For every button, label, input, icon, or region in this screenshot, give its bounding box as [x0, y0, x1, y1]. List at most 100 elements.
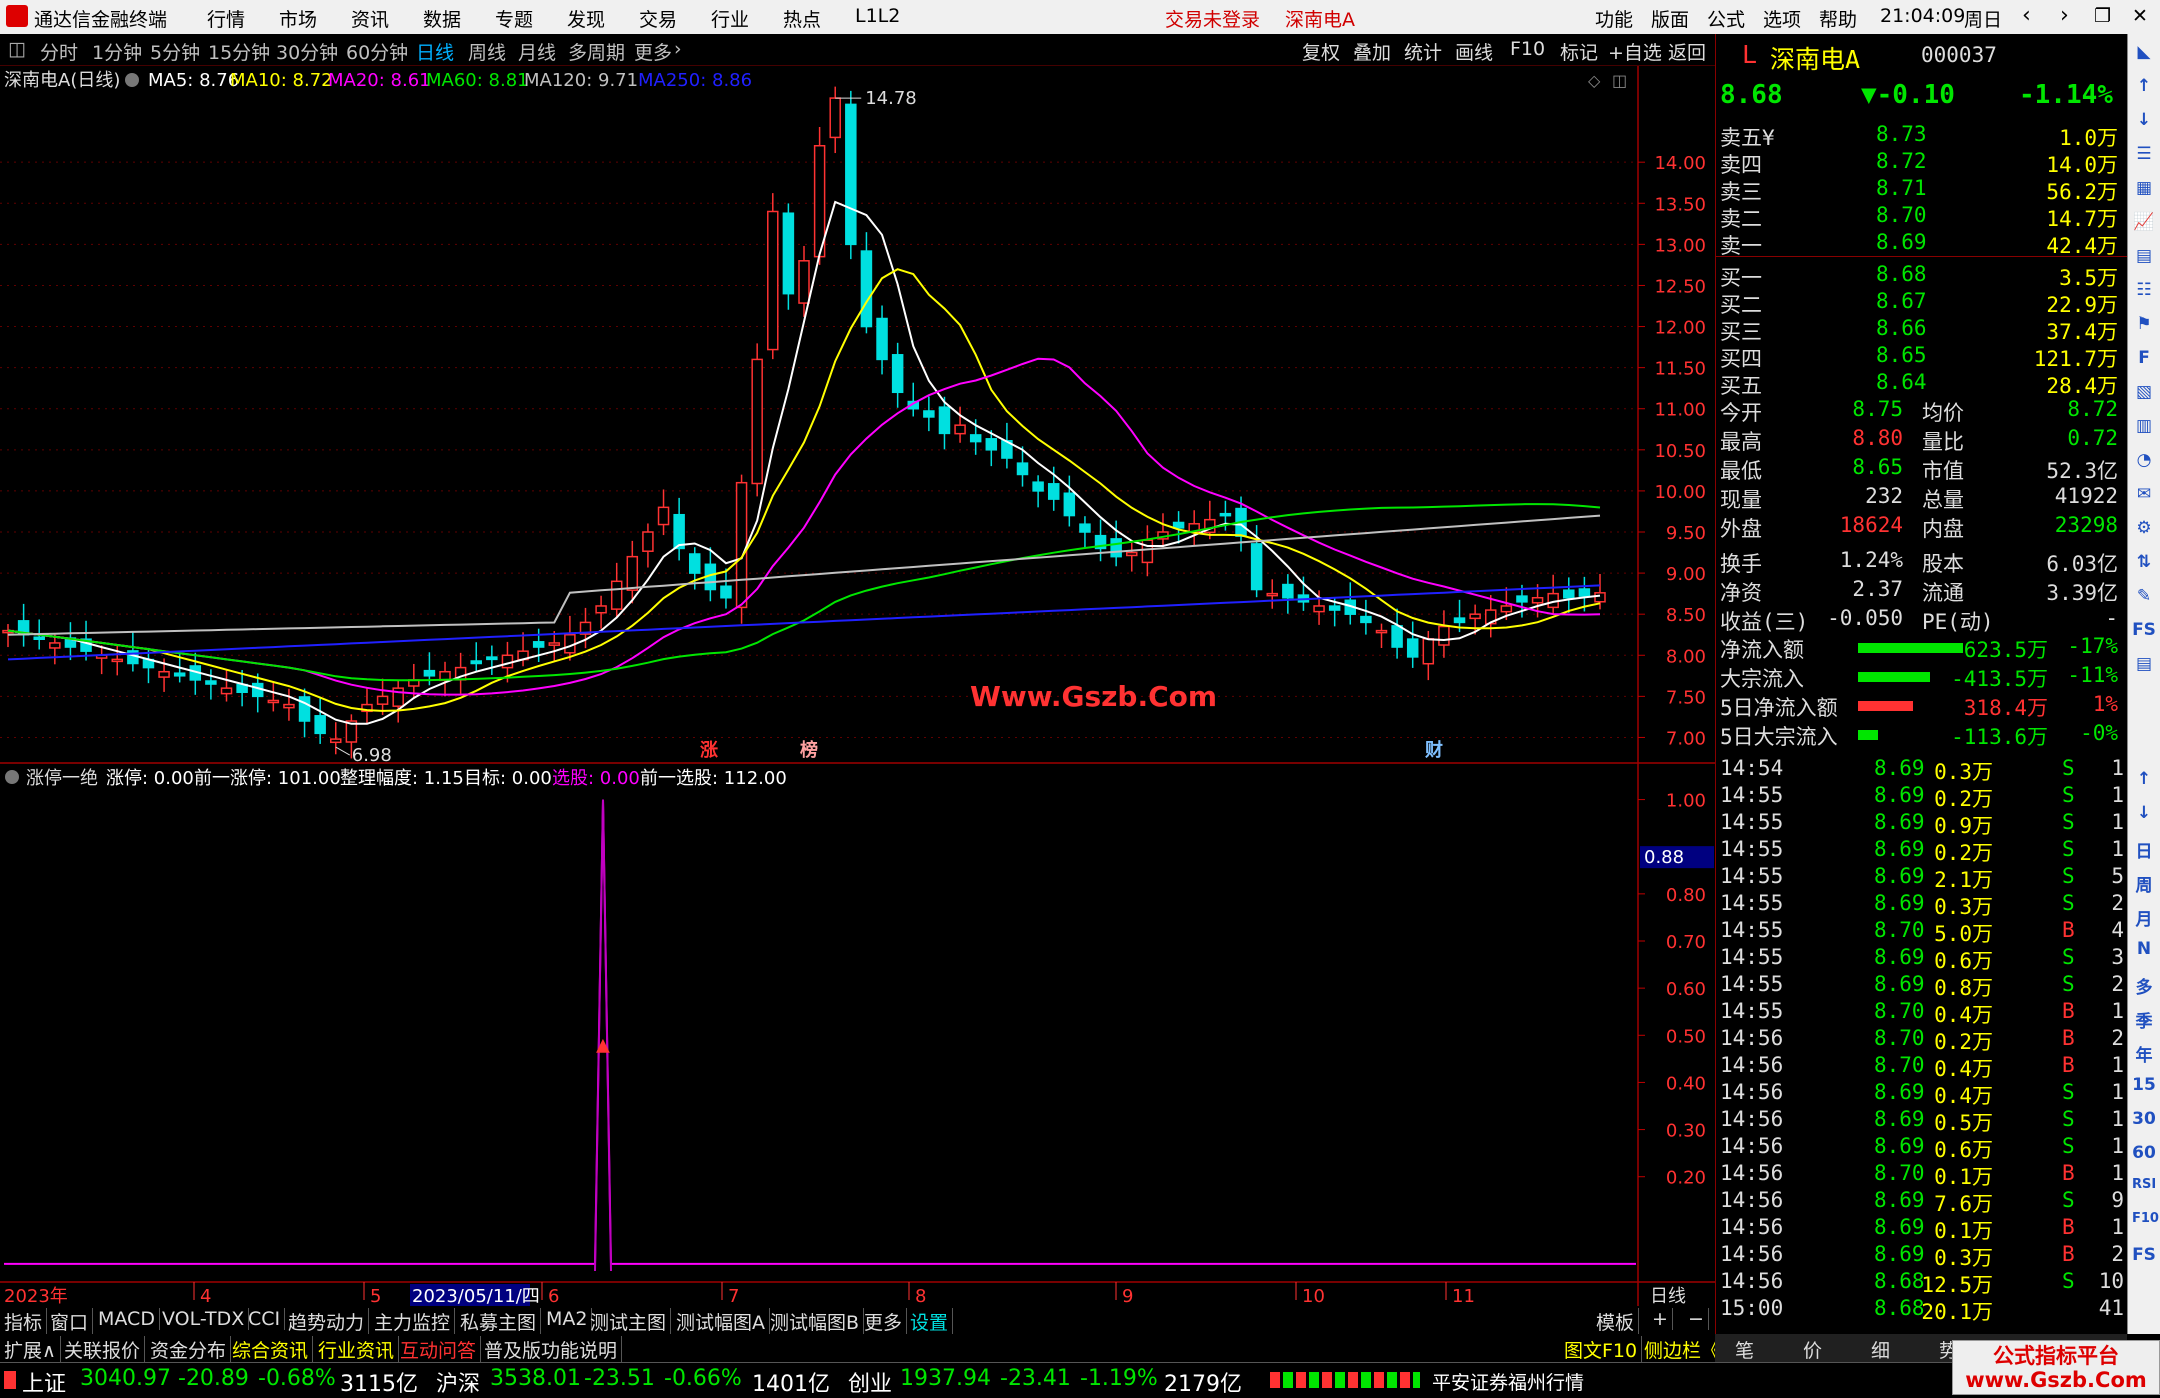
sidebar-period-9[interactable]: 15 [2132, 1075, 2156, 1101]
indicator-tab-2[interactable]: MACD [94, 1308, 160, 1330]
tool-adjust[interactable]: 复权 [1302, 38, 1340, 65]
right-tab-1[interactable]: 价 [1803, 1336, 1822, 1363]
forward-arrow-icon[interactable]: › [2060, 3, 2069, 28]
sidebar-tool-icon[interactable]: ◣ [2132, 42, 2156, 68]
menu-trade[interactable]: 交易 [639, 5, 677, 32]
sidebar-tool-icon[interactable]: ✉ [2132, 484, 2156, 510]
index-sh-name[interactable]: 上证 [22, 1366, 66, 1398]
sidebar-period-6[interactable]: 多 [2132, 973, 2156, 999]
period-30min[interactable]: 30分钟 [276, 38, 338, 65]
sidebar-tool-icon[interactable]: ↓ [2132, 110, 2156, 136]
kline-chart[interactable]: 14.78 6.98 Www.Gszb.Com 涨 榜 财 14.00 13.50 13.00… [0, 66, 1715, 1306]
indicator-tab-1[interactable]: 窗口 [46, 1308, 94, 1335]
extension-right-1[interactable]: 侧边栏《 [1640, 1336, 1726, 1363]
sidebar-period-8[interactable]: 年 [2132, 1041, 2156, 1067]
period-monthly[interactable]: 月线 [518, 38, 556, 65]
indicator-tab-13[interactable]: 设置 [906, 1308, 954, 1335]
sidebar-period-3[interactable]: 周 [2132, 871, 2156, 897]
close-window-icon[interactable]: ✕ [2132, 5, 2148, 27]
menu-hot[interactable]: 热点 [783, 5, 821, 32]
menu-options[interactable]: 选项 [1763, 5, 1801, 32]
period-15min[interactable]: 15分钟 [208, 38, 270, 65]
right-tab-0[interactable]: 笔 [1735, 1336, 1754, 1363]
sidebar-tool-icon[interactable]: ▥ [2132, 416, 2156, 442]
indicator-tab-7[interactable]: 私募主图 [456, 1308, 542, 1335]
extension-tab-2[interactable]: 资金分布 [146, 1336, 232, 1363]
tool-draw[interactable]: 画线 [1455, 38, 1493, 65]
sidebar-period-1[interactable]: ↓ [2132, 803, 2156, 829]
sidebar-tool-icon[interactable]: ▤ [2132, 654, 2156, 680]
menu-function[interactable]: 功能 [1595, 5, 1633, 32]
period-timeshare[interactable]: 分时 [40, 38, 78, 65]
restore-window-icon[interactable]: ❐ [2094, 5, 2111, 27]
sidebar-tool-icon[interactable]: ⚑ [2132, 314, 2156, 340]
indicator-tab-12[interactable]: 更多 [860, 1308, 908, 1335]
sidebar-tool-icon[interactable]: ◔ [2132, 450, 2156, 476]
chevron-right-icon[interactable]: › [674, 38, 682, 60]
period-5min[interactable]: 5分钟 [150, 38, 200, 65]
sidebar-tool-icon[interactable]: ▤ [2132, 246, 2156, 272]
sidebar-period-10[interactable]: 30 [2132, 1109, 2156, 1135]
back-arrow-icon[interactable]: ‹ [2022, 3, 2031, 28]
sidebar-tool-icon[interactable]: ↑ [2132, 76, 2156, 102]
template-control-1[interactable]: + [1648, 1308, 1673, 1330]
indicator-tab-5[interactable]: 趋势动力 [284, 1308, 370, 1335]
sidebar-tool-icon[interactable]: ☷ [2132, 280, 2156, 306]
menu-news[interactable]: 资讯 [351, 5, 389, 32]
menu-help[interactable]: 帮助 [1819, 5, 1857, 32]
sidebar-period-12[interactable]: RSI [2132, 1177, 2156, 1203]
login-status[interactable]: 交易未登录 [1165, 5, 1260, 32]
sidebar-period-4[interactable]: 月 [2132, 905, 2156, 931]
template-control-0[interactable]: 模板 [1592, 1308, 1640, 1335]
menu-formula[interactable]: 公式 [1707, 5, 1745, 32]
extension-tab-5[interactable]: 互动问答 [396, 1336, 482, 1363]
sidebar-period-5[interactable]: N [2132, 939, 2156, 965]
period-daily[interactable]: 日线 [416, 38, 454, 65]
sidebar-tool-icon[interactable]: ▧ [2132, 382, 2156, 408]
period-1min[interactable]: 1分钟 [92, 38, 142, 65]
sidebar-period-13[interactable]: F10 [2132, 1211, 2159, 1237]
sidebar-tool-icon[interactable]: FS [2132, 620, 2156, 646]
menu-industry[interactable]: 行业 [711, 5, 749, 32]
index-cy-name[interactable]: 创业 [848, 1366, 892, 1398]
indicator-tab-6[interactable]: 主力监控 [370, 1308, 456, 1335]
sidebar-period-11[interactable]: 60 [2132, 1143, 2156, 1169]
layout-toggle-icon[interactable]: ◫ [8, 38, 26, 60]
indicator-tab-10[interactable]: 测试幅图A [672, 1308, 770, 1335]
sidebar-period-0[interactable]: ↑ [2132, 769, 2156, 795]
tool-add-watchlist[interactable]: +自选 [1608, 38, 1662, 65]
tool-mark[interactable]: 标记 [1560, 38, 1598, 65]
index-hs-name[interactable]: 沪深 [436, 1366, 480, 1398]
template-control-2[interactable]: − [1684, 1308, 1709, 1330]
indicator-tab-8[interactable]: MA2 [542, 1308, 593, 1330]
menu-discover[interactable]: 发现 [567, 5, 605, 32]
indicator-tab-4[interactable]: CCI [244, 1308, 286, 1330]
period-multi[interactable]: 多周期 [568, 38, 625, 65]
menu-l1l2[interactable]: L1L2 [855, 5, 900, 27]
sidebar-tool-icon[interactable]: ✎ [2132, 586, 2156, 612]
sidebar-tool-icon[interactable]: F [2132, 348, 2156, 374]
sidebar-tool-icon[interactable]: ▦ [2132, 178, 2156, 204]
sidebar-tool-icon[interactable]: ⚙ [2132, 518, 2156, 544]
sidebar-tool-icon[interactable]: 📈 [2132, 212, 2156, 238]
menu-market[interactable]: 市场 [279, 5, 317, 32]
period-weekly[interactable]: 周线 [468, 38, 506, 65]
sidebar-tool-icon[interactable]: ☰ [2132, 144, 2156, 170]
menu-quote[interactable]: 行情 [207, 5, 245, 32]
tool-back[interactable]: 返回 [1668, 38, 1706, 65]
extension-tab-4[interactable]: 行业资讯 [314, 1336, 400, 1363]
tool-stats[interactable]: 统计 [1404, 38, 1442, 65]
right-tab-2[interactable]: 细 [1871, 1336, 1890, 1363]
sidebar-tool-icon[interactable]: ⇅ [2132, 552, 2156, 578]
extension-tab-6[interactable]: 普及版功能说明 [480, 1336, 623, 1363]
extension-tab-3[interactable]: 综合资讯 [228, 1336, 314, 1363]
tool-f10[interactable]: F10 [1510, 38, 1545, 60]
extension-tab-1[interactable]: 关联报价 [60, 1336, 146, 1363]
indicator-tab-9[interactable]: 测试主图 [586, 1308, 672, 1335]
indicator-tab-11[interactable]: 测试幅图B [766, 1308, 865, 1335]
indicator-tab-3[interactable]: VOL-TDX [158, 1308, 250, 1330]
period-60min[interactable]: 60分钟 [346, 38, 408, 65]
period-more[interactable]: 更多 [634, 38, 672, 65]
menu-layout[interactable]: 版面 [1651, 5, 1689, 32]
sidebar-period-7[interactable]: 季 [2132, 1007, 2156, 1033]
